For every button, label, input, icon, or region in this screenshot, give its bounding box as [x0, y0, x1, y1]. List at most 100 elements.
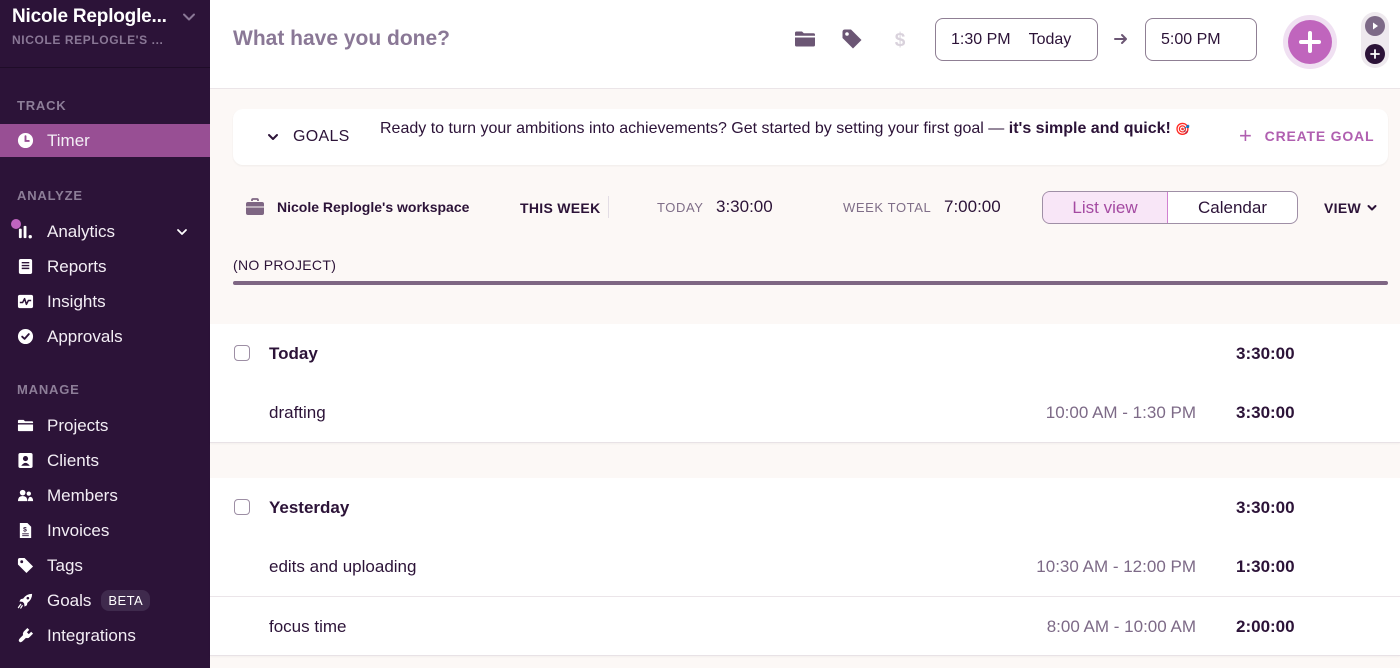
tab-list-view[interactable]: List view [1043, 192, 1168, 223]
time-entry-row[interactable]: drafting 10:00 AM - 1:30 PM 3:30:00 [210, 383, 1400, 442]
day-total: 3:30:00 [1236, 498, 1295, 517]
week-total: 7:00:00 [944, 197, 1001, 216]
period-selector[interactable]: THIS WEEK [520, 200, 600, 216]
sidebar-item-tags[interactable]: Tags [0, 549, 210, 582]
entry-description[interactable]: focus time [269, 617, 346, 637]
sidebar-item-invoices[interactable]: $ Invoices [0, 514, 210, 547]
sidebar-item-reports[interactable]: Reports [0, 250, 210, 283]
view-menu-button[interactable]: VIEW [1324, 200, 1377, 216]
entry-duration[interactable]: 2:00:00 [1236, 617, 1295, 637]
summary-bar: Nicole Replogle's workspace THIS WEEK TO… [233, 190, 1393, 226]
time-entry-row[interactable]: edits and uploading 10:30 AM - 12:00 PM … [210, 537, 1400, 596]
sidebar: Nicole Replogle... NICOLE REPLOGLE'S ...… [0, 0, 210, 668]
project-breakdown-label: (NO PROJECT) [233, 257, 337, 273]
sidebar-item-label: Members [47, 485, 118, 505]
sidebar-item-analytics[interactable]: Analytics [0, 215, 210, 248]
tag-icon[interactable] [841, 28, 863, 50]
pulse-icon [16, 293, 34, 311]
divider [608, 196, 609, 218]
workspace-switcher[interactable]: Nicole Replogle... NICOLE REPLOGLE'S ... [0, 0, 210, 68]
sidebar-item-label: Reports [47, 256, 107, 276]
section-analyze: ANALYZE [17, 188, 83, 203]
folder-icon [16, 417, 34, 435]
day-label: Yesterday [269, 498, 350, 517]
dollar-icon[interactable]: $ [889, 28, 911, 50]
day-header: Yesterday 3:30:00 [210, 478, 1400, 537]
sidebar-item-label: Analytics [47, 221, 116, 241]
add-entry-icon [1288, 20, 1332, 64]
select-day-checkbox[interactable] [234, 499, 250, 515]
sidebar-item-label: Approvals [47, 326, 123, 346]
sidebar-item-approvals[interactable]: Approvals [0, 320, 210, 353]
beta-badge: BETA [101, 590, 151, 611]
sidebar-item-label: Timer [47, 130, 90, 150]
sidebar-item-integrations[interactable]: Integrations [0, 619, 210, 652]
folder-icon[interactable] [794, 28, 816, 50]
workspace-name: Nicole Replogle... [12, 6, 167, 27]
sidebar-item-label: Integrations [47, 625, 136, 645]
entry-time-range[interactable]: 8:00 AM - 10:00 AM [1047, 617, 1196, 637]
sidebar-item-label: Clients [47, 450, 99, 470]
sidebar-item-clients[interactable]: Clients [0, 444, 210, 477]
svg-text:$: $ [23, 526, 27, 533]
time-entry-row[interactable]: focus time 8:00 AM - 10:00 AM 2:00:00 [210, 596, 1400, 655]
members-icon [16, 487, 34, 505]
invoice-icon: $ [16, 522, 34, 540]
today-label: TODAY [657, 200, 704, 215]
goals-message-bold: it's simple and quick! [1008, 120, 1171, 137]
workspace-subtitle: NICOLE REPLOGLE'S ... [12, 33, 164, 47]
sidebar-item-projects[interactable]: Projects [0, 409, 210, 442]
rocket-icon [16, 592, 34, 610]
entry-duration[interactable]: 3:30:00 [1236, 403, 1295, 423]
section-track: TRACK [17, 98, 67, 113]
tag-icon [16, 557, 34, 575]
entry-description[interactable]: drafting [269, 403, 326, 423]
sidebar-item-members[interactable]: Members [0, 479, 210, 512]
tab-calendar[interactable]: Calendar [1168, 192, 1297, 223]
goals-label: GOALS [293, 128, 350, 145]
create-goal-label: CREATE GOAL [1264, 128, 1375, 144]
project-breakdown-bar [233, 281, 1388, 285]
workspace-picker[interactable]: Nicole Replogle's workspace [245, 198, 469, 216]
entry-description[interactable]: edits and uploading [269, 557, 416, 577]
clock-icon [16, 132, 34, 150]
sidebar-item-label: Goals [47, 590, 92, 610]
day-total: 3:30:00 [1236, 344, 1295, 363]
day-group-yesterday: Yesterday 3:30:00 edits and uploading 10… [210, 478, 1400, 656]
chevron-down-icon [183, 13, 195, 21]
goals-toggle[interactable]: GOALS [267, 128, 350, 146]
manual-mode-icon[interactable] [1365, 44, 1385, 64]
notification-dot [11, 219, 21, 229]
plus-icon: + [1239, 123, 1253, 148]
select-day-checkbox[interactable] [234, 345, 250, 361]
view-menu-label: VIEW [1324, 200, 1361, 216]
week-total-label: WEEK TOTAL [843, 200, 932, 215]
entry-time-range[interactable]: 10:00 AM - 1:30 PM [1046, 403, 1196, 423]
sidebar-item-timer[interactable]: Timer [0, 124, 210, 157]
check-circle-icon [16, 328, 34, 346]
add-entry-button[interactable] [1283, 15, 1337, 69]
play-mode-icon[interactable] [1365, 16, 1385, 36]
briefcase-icon [246, 198, 264, 215]
view-switcher: List view Calendar [1042, 191, 1298, 224]
create-goal-button[interactable]: + CREATE GOAL [1239, 123, 1375, 148]
start-day: Today [1028, 30, 1072, 48]
start-time: 1:30 PM [951, 30, 1011, 48]
sidebar-item-goals[interactable]: Goals BETA [0, 584, 210, 617]
start-time-field[interactable]: 1:30 PM Today [935, 18, 1098, 61]
day-group-today: Today 3:30:00 drafting 10:00 AM - 1:30 P… [210, 324, 1400, 443]
description-input[interactable] [233, 27, 753, 51]
chevron-down-icon [268, 134, 278, 140]
sidebar-item-insights[interactable]: Insights [0, 285, 210, 318]
plug-icon [16, 627, 34, 645]
goals-banner: GOALS Ready to turn your ambitions into … [233, 109, 1388, 165]
chevron-down-icon [1367, 205, 1377, 211]
timer-mode-toggle [1361, 12, 1389, 68]
sidebar-item-label: Invoices [47, 520, 110, 540]
goals-message: Ready to turn your ambitions into achiev… [380, 120, 1210, 138]
document-icon [16, 258, 34, 276]
entry-time-range[interactable]: 10:30 AM - 12:00 PM [1036, 557, 1196, 577]
end-time-field[interactable]: 5:00 PM [1145, 18, 1257, 61]
today-total: 3:30:00 [716, 197, 773, 216]
entry-duration[interactable]: 1:30:00 [1236, 557, 1295, 577]
